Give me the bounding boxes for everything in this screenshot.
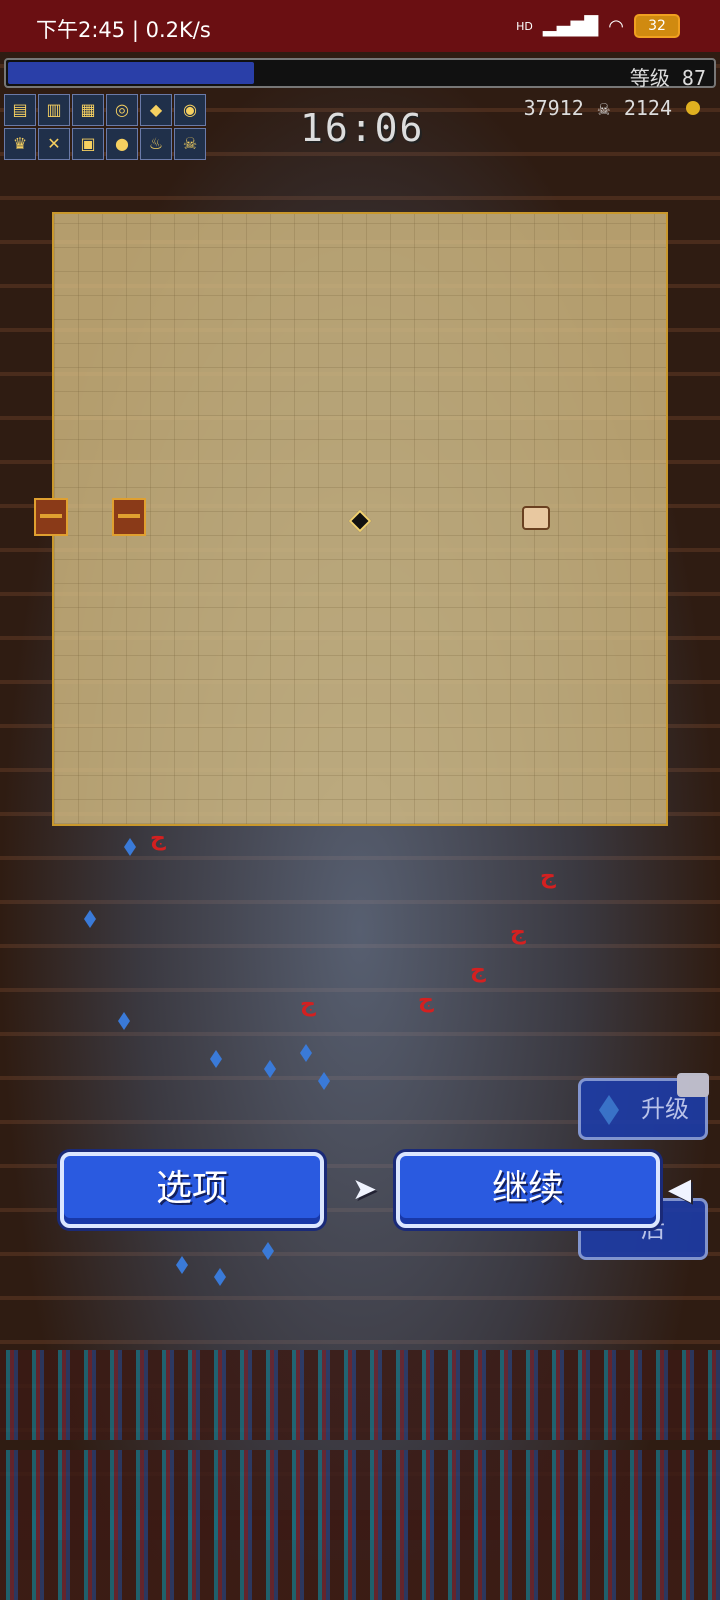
kill-count: 37912 (523, 96, 584, 120)
fire-effect: ج (418, 988, 434, 1013)
battery-icon: 32 (634, 14, 680, 38)
fire-effect: ج (300, 992, 316, 1017)
status-time: 下午2:45 | 0.2K/s (36, 18, 211, 42)
fire-effect: ج (510, 920, 526, 945)
coin-icon (686, 101, 700, 115)
signal-icon: HD (516, 19, 533, 33)
skull-icon: ☠ (174, 128, 206, 160)
xp-bar-fill (8, 62, 254, 84)
orb-icon: ● (106, 128, 138, 160)
options-button[interactable]: 选项 (60, 1152, 324, 1228)
fire-effect: ج (540, 864, 556, 889)
scroll-icon: ▥ (38, 94, 70, 126)
survival-timer: 16:06 (300, 106, 425, 150)
bookshelf (0, 1350, 720, 1440)
xp-bar: 等级 87 (4, 58, 716, 90)
right-arrow-icon: ➤ (352, 1172, 378, 1207)
skull-kill-icon: ☠ (597, 96, 610, 120)
wifi-icon: ◠ (608, 15, 624, 37)
spiral-icon: ◉ (174, 94, 206, 126)
fire-effect: ج (150, 826, 166, 851)
gem-icon (599, 1095, 619, 1125)
cross-icon: ✕ (38, 128, 70, 160)
treasure-chest-icon (112, 498, 146, 536)
tome-icon: ▦ (72, 94, 104, 126)
continue-button[interactable]: 继续 (396, 1152, 660, 1228)
tome-icon: ▣ (72, 128, 104, 160)
orb-icon: ◆ (140, 94, 172, 126)
stats-display: 37912 ☠ 2124 (524, 96, 700, 120)
fire-effect: ج (470, 958, 486, 983)
map-overlay[interactable] (34, 212, 668, 826)
character-face-icon (522, 506, 550, 530)
upgrade-button[interactable]: 升级 (578, 1073, 709, 1140)
book-icon: ▤ (4, 94, 36, 126)
bookshelf (0, 1510, 720, 1600)
crown-icon: ♛ (4, 128, 36, 160)
level-label: 等级 87 (629, 66, 706, 90)
gold-count: 2124 (623, 96, 672, 120)
video-ad-icon (677, 1073, 709, 1097)
lamp-icon: ♨ (140, 128, 172, 160)
treasure-chest-icon (34, 498, 68, 536)
player-marker-icon (348, 509, 372, 533)
ring-icon: ◎ (106, 94, 138, 126)
system-status-bar: 下午2:45 | 0.2K/s HD ▂▄▆█ ◠ 32 (0, 0, 720, 52)
inventory-grid: ▤ ▥ ▦ ◎ ◆ ◉ ♛ ✕ ▣ ● ♨ ☠ (4, 94, 206, 160)
cell-signal-icon: ▂▄▆█ (542, 15, 599, 37)
left-arrow-icon: ◀ (668, 1172, 692, 1207)
